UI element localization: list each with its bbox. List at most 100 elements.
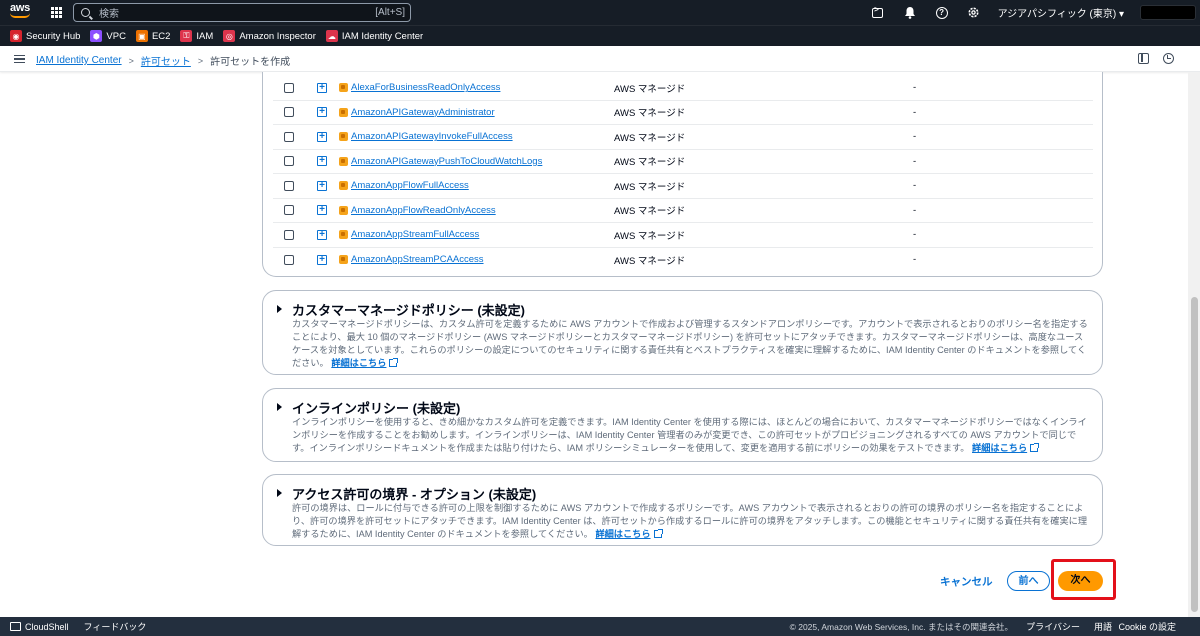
caret-right-icon[interactable] <box>277 489 282 497</box>
policy-name-link[interactable]: AmazonAPIGatewayAdministrator <box>351 107 495 118</box>
caret-right-icon[interactable] <box>277 403 282 411</box>
feedback-link[interactable]: フィードバック <box>84 620 147 633</box>
section-title[interactable]: アクセス許可の境界 - オプション (未設定) <box>292 484 536 503</box>
favorite-item[interactable]: ◎ Amazon Inspector <box>223 30 316 42</box>
chevron-right-icon: > <box>128 55 134 66</box>
favorite-label: IAM Identity Center <box>341 30 424 42</box>
favorite-item[interactable]: ▣ EC2 <box>135 30 170 42</box>
row-checkbox[interactable] <box>284 107 294 118</box>
policy-description: - <box>913 106 917 118</box>
expand-icon[interactable]: + <box>317 156 327 167</box>
row-checkbox[interactable] <box>284 82 294 93</box>
row-checkbox[interactable] <box>284 156 294 167</box>
service-icon: ☁ <box>325 30 338 42</box>
chevron-right-icon: > <box>197 55 204 66</box>
terminal-icon <box>10 622 21 631</box>
table-row: + AmazonAppStreamPCAAccess AWS マネージド - <box>273 248 1093 273</box>
copyright-text: © 2025, Amazon Web Services, Inc. またはその関… <box>789 621 1013 632</box>
row-checkbox[interactable] <box>284 180 294 191</box>
external-link-icon <box>389 358 399 367</box>
policy-type: AWS マネージド <box>614 157 686 169</box>
expand-icon[interactable]: + <box>317 180 327 191</box>
aws-logo-text: aws <box>10 2 30 14</box>
favorite-item[interactable]: ☁ IAM Identity Center <box>325 30 424 42</box>
cloudshell-icon[interactable] <box>870 5 886 21</box>
favorite-item[interactable]: ◉ Security Hub <box>10 30 80 42</box>
policy-table: + AlexaForBusinessReadOnlyAccess AWS マネージド… <box>262 72 1103 277</box>
favorites-bar: ◉ Security Hub ⬢ VPC ▣ EC2 ⚿ IAM ◎ Amazon Inspect… <box>0 25 1200 46</box>
section-title[interactable]: インラインポリシー (未設定) <box>292 398 460 417</box>
policy-type: AWS マネージド <box>614 83 686 95</box>
search-input[interactable]: 検索 [Alt+S] <box>73 3 411 22</box>
external-link-icon <box>653 529 663 538</box>
terms-link[interactable]: 用語 <box>1094 620 1112 633</box>
policy-description: - <box>913 229 917 241</box>
cloudshell-button[interactable]: CloudShell <box>10 622 69 632</box>
table-row: + AmazonAPIGatewayPushToCloudWatchLogs AWS… <box>273 150 1093 174</box>
footer-bar: CloudShell フィードバック © 2025, Amazon Web Se… <box>0 617 1200 636</box>
expand-icon[interactable]: + <box>317 229 327 240</box>
policy-icon <box>339 107 348 117</box>
favorite-item[interactable]: ⬢ VPC <box>90 30 126 42</box>
expand-icon[interactable]: + <box>317 205 327 216</box>
row-checkbox[interactable] <box>284 205 294 216</box>
clock-icon[interactable] <box>1163 53 1174 64</box>
services-menu-icon[interactable] <box>51 7 62 18</box>
policy-description: - <box>913 155 917 167</box>
policy-description: - <box>913 254 917 266</box>
section-title[interactable]: カスタマーマネージドポリシー (未設定) <box>292 300 525 319</box>
expand-icon[interactable]: + <box>317 82 327 93</box>
next-button[interactable]: 次へ <box>1058 571 1103 591</box>
policy-name-link[interactable]: AmazonAPIGatewayPushToCloudWatchLogs <box>351 156 542 167</box>
learn-more-link[interactable]: 詳細はこちら <box>595 529 650 539</box>
account-menu[interactable] <box>1140 5 1196 20</box>
policy-name-link[interactable]: AmazonAPIGatewayInvokeFullAccess <box>351 131 513 142</box>
breadcrumb-permission-sets[interactable]: 許可セット <box>141 53 191 68</box>
policy-icon <box>339 156 348 166</box>
privacy-link[interactable]: プライバシー <box>1026 620 1080 633</box>
expand-icon[interactable]: + <box>317 254 327 265</box>
policy-name-link[interactable]: AmazonAppStreamPCAAccess <box>351 254 484 265</box>
favorite-label: Security Hub <box>26 30 81 42</box>
breadcrumb-identity-center[interactable]: IAM Identity Center <box>36 55 122 66</box>
scrollbar-thumb[interactable] <box>1191 297 1198 612</box>
expand-icon[interactable]: + <box>317 131 327 142</box>
side-panel-icon[interactable] <box>1138 53 1149 64</box>
scrollbar[interactable] <box>1188 72 1200 617</box>
table-row: + AmazonAPIGatewayInvokeFullAccess AWS マネー… <box>273 125 1093 150</box>
menu-icon[interactable] <box>14 55 25 63</box>
customer-managed-section: カスタマーマネージドポリシー (未設定) カスタマーマネージドポリシーは、カスタ… <box>262 290 1103 375</box>
row-checkbox[interactable] <box>284 131 294 142</box>
learn-more-link[interactable]: 詳細はこちら <box>972 443 1027 453</box>
help-icon[interactable]: ? <box>934 5 950 21</box>
permissions-boundary-section: アクセス許可の境界 - オプション (未設定) 許可の境界は、ロールに付与できる… <box>262 474 1103 546</box>
policy-description: - <box>913 131 917 143</box>
caret-right-icon[interactable] <box>277 305 282 313</box>
table-row: + AmazonAppFlowReadOnlyAccess AWS マネージド - <box>273 199 1093 223</box>
section-description: インラインポリシーを使用すると、きめ細かなカスタム許可を定義できます。IAM I… <box>292 417 1087 453</box>
policy-name-link[interactable]: AmazonAppFlowFullAccess <box>351 180 469 191</box>
search-shortcut: [Alt+S] <box>375 7 405 18</box>
policy-type: AWS マネージド <box>614 230 686 242</box>
breadcrumb-current: 許可セットを作成 <box>210 57 291 68</box>
policy-icon <box>339 83 348 92</box>
policy-name-link[interactable]: AlexaForBusinessReadOnlyAccess <box>351 82 500 93</box>
breadcrumb: IAM Identity Center > 許可セット > 許可セットを作成 <box>36 53 290 68</box>
cancel-button[interactable]: キャンセル <box>940 574 993 589</box>
previous-button[interactable]: 前へ <box>1007 571 1050 591</box>
policy-icon <box>339 205 348 215</box>
policy-name-link[interactable]: AmazonAppStreamFullAccess <box>351 229 479 240</box>
learn-more-link[interactable]: 詳細はこちら <box>331 358 386 368</box>
row-checkbox[interactable] <box>284 229 294 240</box>
row-checkbox[interactable] <box>284 254 294 265</box>
aws-logo[interactable]: aws <box>10 3 34 22</box>
settings-icon[interactable] <box>966 5 982 21</box>
favorite-item[interactable]: ⚿ IAM <box>180 30 213 42</box>
policy-icon <box>339 132 348 141</box>
expand-icon[interactable]: + <box>317 107 327 118</box>
region-selector[interactable]: アジアパシフィック (東京) ▾ <box>998 5 1124 20</box>
bell-icon[interactable] <box>902 5 918 21</box>
policy-name-link[interactable]: AmazonAppFlowReadOnlyAccess <box>351 205 496 216</box>
favorite-label: VPC <box>106 30 126 42</box>
cookie-settings-link[interactable]: Cookie の設定 <box>1118 620 1176 633</box>
